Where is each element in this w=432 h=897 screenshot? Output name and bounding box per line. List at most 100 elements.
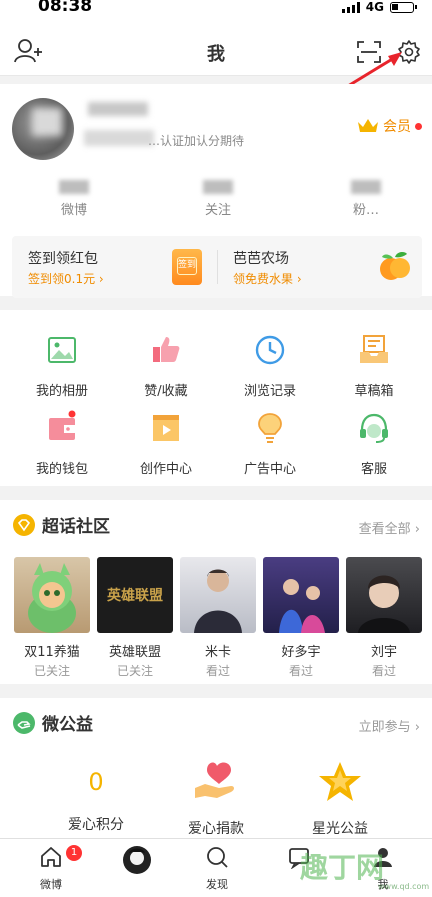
function-label: 草稿箱 — [354, 384, 394, 399]
photo-icon — [48, 337, 76, 363]
portrait-photo — [358, 575, 410, 633]
view-all-link[interactable]: 查看全部 › — [359, 518, 420, 537]
function-drafts[interactable]: 草稿箱 — [320, 332, 428, 402]
stat-label: 粉… — [352, 203, 379, 218]
notification-dot — [415, 122, 422, 130]
stat-label: 关注 — [204, 203, 231, 218]
promo-farm[interactable]: 芭芭农场 领免费水果 › — [217, 236, 422, 298]
charity-label: 爱心积分 — [68, 817, 124, 833]
topic-cover — [346, 557, 422, 633]
headset-icon — [360, 413, 388, 443]
function-grid: 我的相册 赞/收藏 浏览记录 草稿箱 我的钱包 创作中心 广告中心 客服 — [0, 310, 432, 486]
wallet-icon — [49, 410, 76, 440]
promo-subtitle: 领免费水果 › — [233, 272, 302, 286]
topic-name: 刘宇 — [370, 645, 397, 660]
function-likes[interactable]: 赞/收藏 — [112, 332, 220, 402]
tab-home[interactable]: 1 微博 — [8, 845, 94, 892]
topic-item[interactable]: 双11养猫 已关注 — [14, 557, 90, 679]
function-label: 我的相册 — [35, 384, 88, 399]
promo-banner: 签到领红包 签到领0.1元 › 签到 芭芭农场 领免费水果 › — [12, 236, 422, 298]
promo-checkin[interactable]: 签到领红包 签到领0.1元 › 签到 — [12, 236, 217, 298]
avatar-icon — [123, 846, 151, 874]
section-title: 超话社区 — [42, 517, 110, 537]
stat-fans[interactable]: 粉… — [306, 180, 426, 218]
stat-value — [59, 180, 89, 194]
avatar[interactable] — [12, 98, 74, 160]
thumb-up-icon — [153, 337, 180, 362]
function-label: 我的钱包 — [35, 462, 88, 477]
charity-section: 微公益 立即参与 › 0 爱心积分 爱心捐款 星光公益 — [0, 698, 432, 846]
cat-figure-icon — [28, 563, 76, 633]
topic-item[interactable]: 米卡 看过 — [180, 557, 256, 679]
profile-card[interactable]: …认证加认分期待 会员 微博 关注 粉… 签到领红包 签到领0.1元 › 签到 … — [0, 84, 432, 298]
join-link[interactable]: 立即参与 › — [359, 716, 420, 735]
diamond-icon — [13, 513, 35, 536]
watermark-url: www.qd.com — [378, 882, 430, 891]
donate-icon — [195, 762, 234, 798]
tab-video[interactable] — [94, 845, 180, 879]
profile-description: …认证加认分期待 — [148, 134, 245, 148]
promo-subtitle: 签到领0.1元 › — [28, 272, 104, 286]
function-service[interactable]: 客服 — [320, 410, 428, 480]
tab-label: 发现 — [206, 878, 228, 891]
stat-following[interactable]: 关注 — [158, 180, 278, 218]
points-value: 0 — [88, 768, 104, 796]
promo-title: 芭芭农场 — [233, 251, 289, 267]
clock-icon — [255, 335, 285, 365]
charity-donate[interactable]: 爱心捐款 — [156, 760, 276, 838]
stat-value — [351, 180, 381, 194]
function-wallet[interactable]: 我的钱包 — [8, 410, 116, 480]
topic-status: 看过 — [288, 664, 313, 678]
draft-icon — [360, 335, 388, 363]
function-label: 广告中心 — [243, 462, 296, 477]
description-blur — [84, 130, 154, 146]
topic-status: 看过 — [205, 664, 230, 678]
lol-logo: 英雄联盟 — [107, 588, 163, 604]
topic-item[interactable]: 刘宇 看过 — [346, 557, 422, 679]
charity-points[interactable]: 0 爱心积分 — [36, 760, 156, 834]
bulb-icon — [258, 413, 282, 443]
tab-discover[interactable]: 发现 — [174, 845, 260, 892]
function-ads[interactable]: 广告中心 — [216, 410, 324, 480]
promo-title: 签到领红包 — [28, 251, 98, 267]
section-header: 超话社区 — [12, 512, 110, 537]
topic-status: 看过 — [371, 664, 396, 678]
stats-row: 微博 关注 粉… — [0, 180, 432, 224]
function-label: 创作中心 — [139, 462, 192, 477]
network-type: 4G — [365, 0, 384, 14]
topic-item[interactable]: 好多宇 看过 — [263, 557, 339, 679]
stage-photo — [279, 579, 325, 633]
signal-icon — [341, 1, 360, 13]
topic-item[interactable]: 英雄联盟 英雄联盟 已关注 — [97, 557, 173, 679]
status-bar: 08:38 4G — [0, 0, 432, 22]
battery-icon — [390, 1, 417, 13]
function-creator[interactable]: 创作中心 — [112, 410, 220, 480]
watermark-logo: 趣丁网 — [300, 851, 385, 884]
function-label: 浏览记录 — [243, 384, 296, 399]
topic-name: 米卡 — [204, 645, 231, 660]
hongbao-icon: 签到 — [172, 249, 202, 285]
stat-label: 微博 — [60, 203, 87, 218]
vip-entry[interactable]: 会员 — [357, 116, 422, 136]
status-time: 08:38 — [38, 0, 93, 16]
star-icon — [319, 762, 361, 801]
function-label: 赞/收藏 — [144, 384, 188, 399]
section-title: 微公益 — [42, 715, 93, 735]
super-topic-section: 超话社区 查看全部 › 双11养猫 已关注 英雄联盟 英雄联盟 已关注 米卡 看… — [0, 500, 432, 684]
topic-name: 英雄联盟 — [108, 645, 161, 660]
topic-cover — [263, 557, 339, 633]
search-icon — [207, 847, 228, 868]
section-header: 微公益 — [12, 710, 93, 735]
topic-name: 双11养猫 — [24, 645, 80, 660]
function-history[interactable]: 浏览记录 — [216, 332, 324, 402]
stat-weibo[interactable]: 微博 — [14, 180, 134, 218]
stat-value — [203, 180, 233, 194]
tab-label: 微博 — [40, 878, 62, 891]
username — [88, 102, 148, 116]
charity-star[interactable]: 星光公益 — [280, 760, 400, 838]
function-album[interactable]: 我的相册 — [8, 332, 116, 402]
home-icon — [41, 847, 61, 867]
topic-cover — [180, 557, 256, 633]
charity-icon — [13, 711, 35, 734]
status-indicators: 4G — [341, 0, 417, 14]
